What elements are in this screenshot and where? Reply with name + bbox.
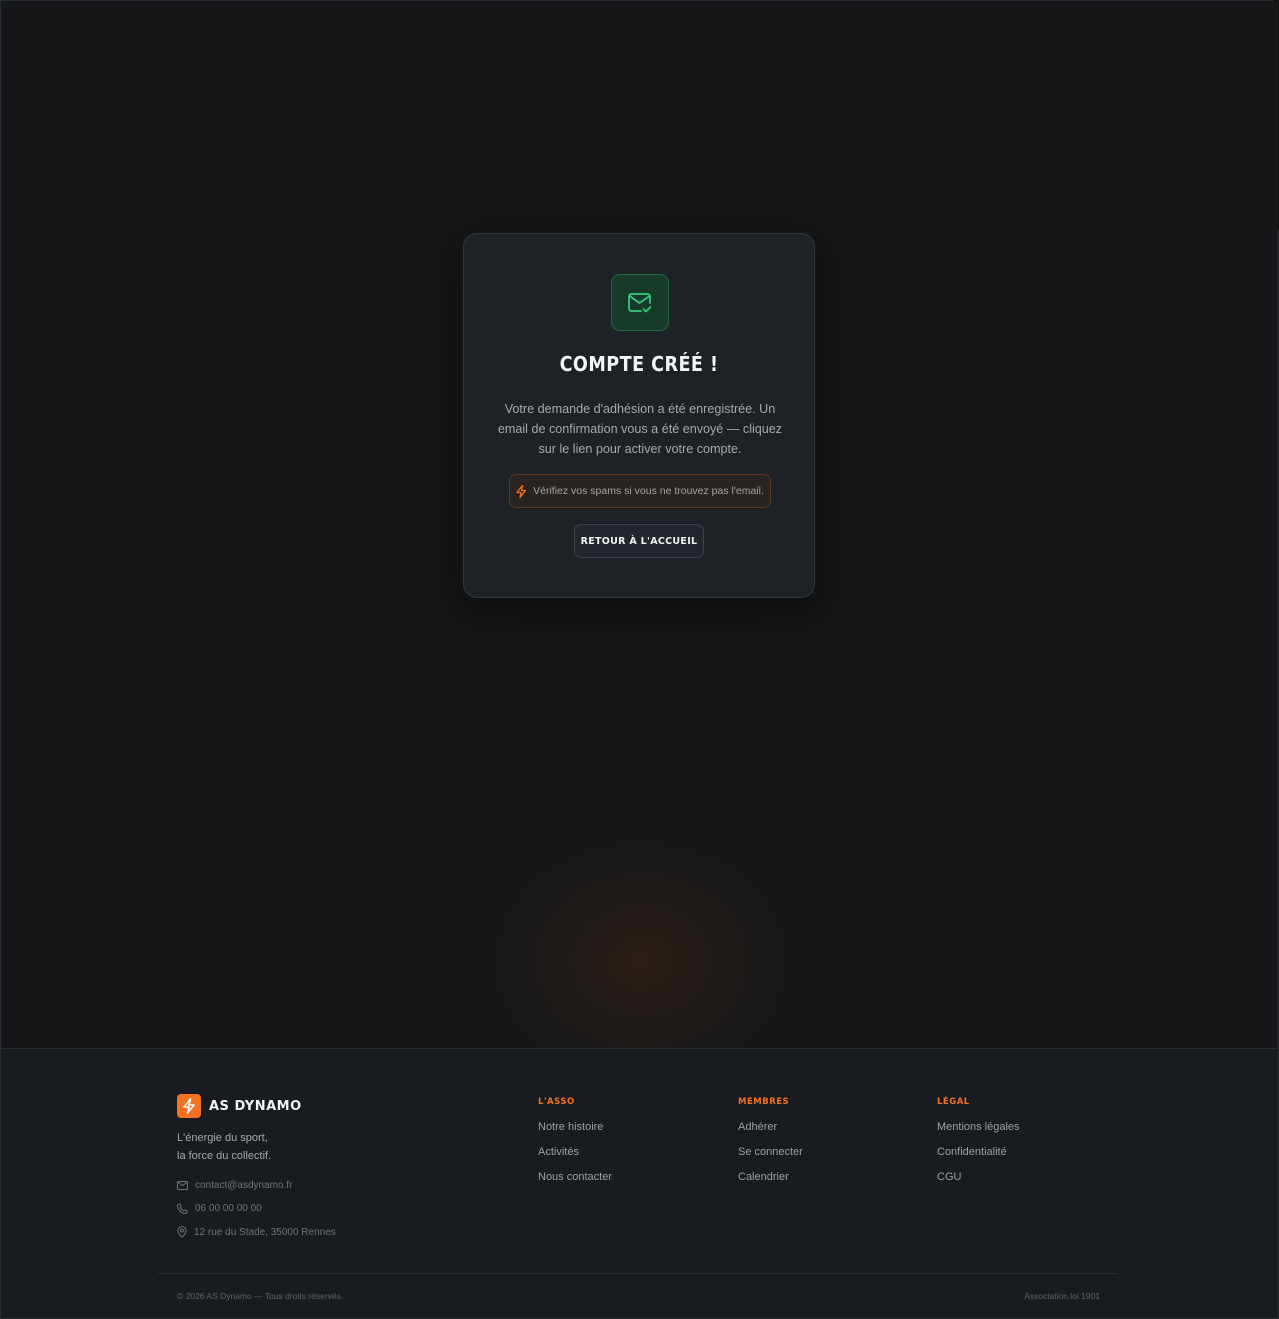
column-title: LÉGAL xyxy=(937,1097,970,1107)
contact-phone[interactable]: 06 00 00 00 00 xyxy=(177,1203,262,1214)
copyright: © 2026 AS Dynamo — Tous droits réservés xyxy=(177,1291,341,1301)
footer-column-membres: MEMBRES Adhérer Se connecter Calendrier xyxy=(738,1097,803,1196)
column-title: MEMBRES xyxy=(738,1097,790,1107)
spam-notice-text: Vérifiez vos spams si vous ne trouvez pa… xyxy=(533,485,764,497)
contact-phone-text: 06 00 00 00 00 xyxy=(195,1203,262,1214)
link-se-connecter[interactable]: Se connecter xyxy=(738,1146,803,1158)
link-notre-histoire[interactable]: Notre histoire xyxy=(538,1121,612,1133)
column-title: L'ASSO xyxy=(538,1097,575,1107)
link-mentions-legales[interactable]: Mentions légales xyxy=(937,1121,1020,1133)
contact-address: 12 rue du Stade, 35000 Rennes xyxy=(177,1226,336,1238)
mail-check-icon xyxy=(611,274,669,331)
footer-brand[interactable]: AS DYNAMO xyxy=(177,1094,302,1118)
contact-email[interactable]: contact@asdynamo.fr xyxy=(177,1180,292,1191)
confirmation-message: Votre demande d'adhésion a été enregistr… xyxy=(497,402,783,456)
lightning-logo-icon xyxy=(177,1094,201,1118)
footer-column-legal: LÉGAL Mentions légales Confidentialité C… xyxy=(937,1097,1020,1196)
link-activites[interactable]: Activités xyxy=(538,1146,612,1158)
lightning-icon xyxy=(516,484,527,498)
main-content: COMPTE CRÉÉ ! Votre demande d'adhésion a… xyxy=(1,1,1278,1048)
contact-email-text: contact@asdynamo.fr xyxy=(195,1180,293,1191)
contact-address-text: 12 rue du Stade, 35000 Rennes xyxy=(194,1226,336,1238)
spam-notice: Vérifiez vos spams si vous ne trouvez pa… xyxy=(509,474,771,508)
tagline-line-2: la force du collectif. xyxy=(177,1150,272,1162)
tagline-line-1: L'énergie du sport, xyxy=(177,1132,268,1144)
link-calendrier[interactable]: Calendrier xyxy=(738,1171,803,1183)
mail-icon xyxy=(177,1181,188,1190)
map-pin-icon xyxy=(177,1226,187,1238)
phone-icon xyxy=(177,1203,188,1214)
brand-name: AS DYNAMO xyxy=(209,1098,302,1114)
back-home-button[interactable]: RETOUR À L'ACCUEIL xyxy=(574,524,704,558)
link-cgu[interactable]: CGU xyxy=(937,1171,1020,1183)
link-nous-contacter[interactable]: Nous contacter xyxy=(538,1171,612,1183)
site-footer: AS DYNAMO L'énergie du sport, la force d… xyxy=(1,1048,1278,1318)
association-status: Association loi 1901 xyxy=(1024,1291,1100,1301)
footer-column-asso: L'ASSO Notre histoire Activités Nous con… xyxy=(538,1097,612,1196)
link-confidentialite[interactable]: Confidentialité xyxy=(937,1146,1020,1158)
tagline: L'énergie du sport, la force du collecti… xyxy=(177,1129,271,1165)
confirmation-card: COMPTE CRÉÉ ! Votre demande d'adhésion a… xyxy=(463,233,815,598)
link-adherer[interactable]: Adhérer xyxy=(738,1121,803,1133)
card-title: COMPTE CRÉÉ ! xyxy=(559,352,719,376)
footer-divider xyxy=(158,1273,1118,1274)
